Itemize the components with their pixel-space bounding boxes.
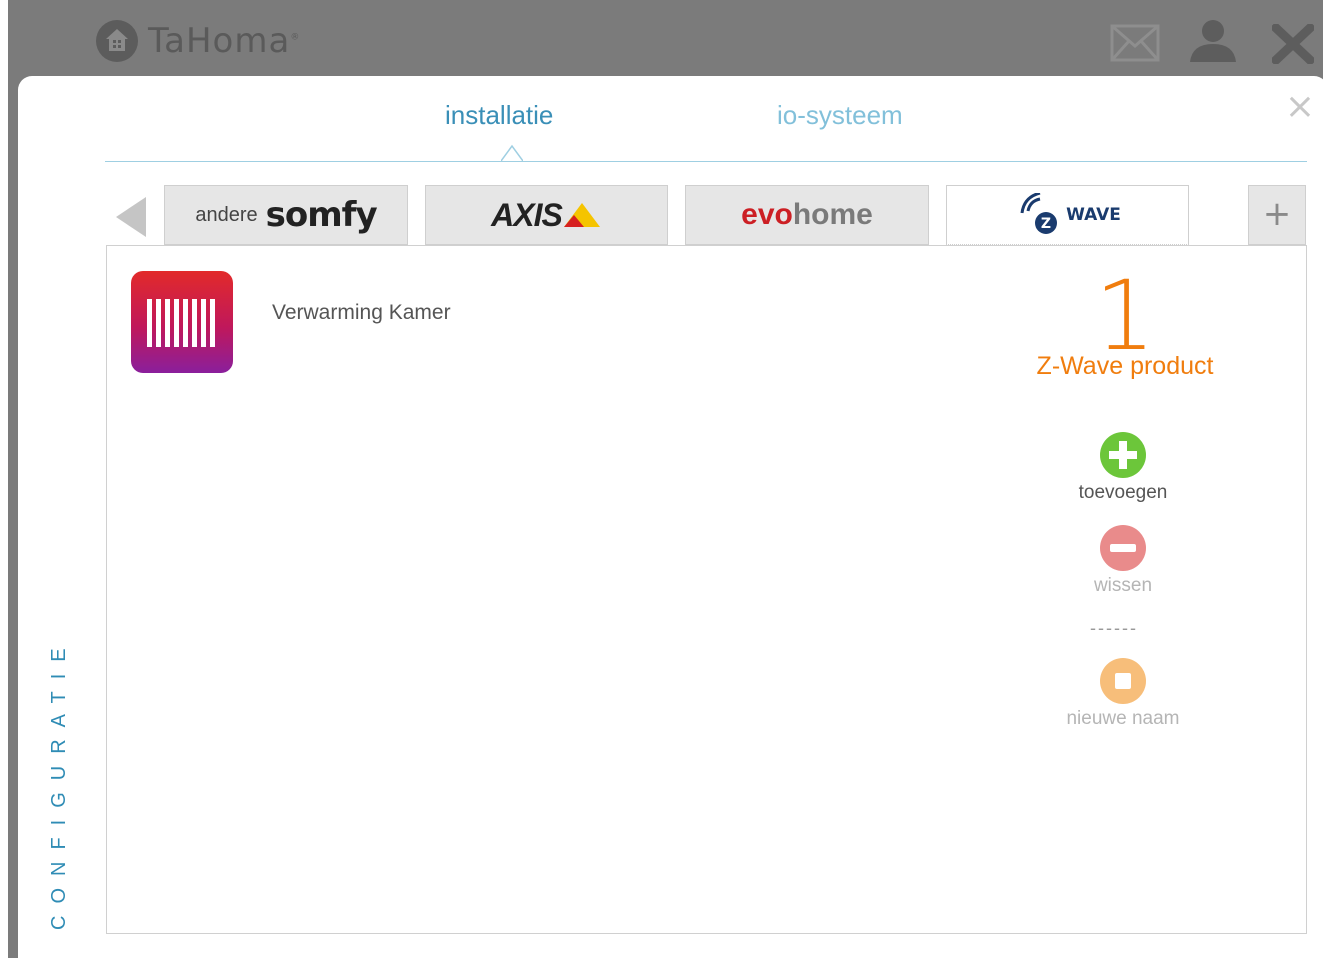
radiator-icon[interactable] — [131, 271, 233, 373]
modal-close-icon[interactable]: × — [1284, 89, 1316, 125]
add-device-button[interactable]: toevoegen — [1050, 432, 1196, 504]
svg-text:Z: Z — [1041, 216, 1051, 232]
minus-circle-icon — [1100, 525, 1146, 571]
somfy-logo: somfy — [265, 195, 378, 235]
zwave-logo-icon: Z — [1020, 193, 1058, 234]
close-icon[interactable] — [1269, 21, 1317, 69]
user-icon[interactable] — [1186, 18, 1240, 67]
tabs-divider — [105, 161, 1307, 162]
house-icon — [96, 20, 138, 62]
tab-io-systeem[interactable]: io-systeem — [777, 100, 903, 131]
brand-tab-zwave[interactable]: Z WAVE — [946, 185, 1189, 245]
scroll-left-arrow-icon[interactable] — [112, 193, 152, 241]
sidebar-edge — [8, 100, 18, 958]
mail-icon[interactable] — [1110, 24, 1160, 67]
app-title: TaHoma® — [148, 21, 301, 61]
axis-logo: AXIS — [491, 196, 563, 233]
axis-triangle-icon — [563, 203, 600, 227]
plus-circle-icon — [1100, 432, 1146, 478]
actions-separator: ------ — [1090, 618, 1138, 638]
brand-tab-evohome[interactable]: evo home — [685, 185, 929, 245]
add-brand-button[interactable]: + — [1248, 185, 1306, 245]
product-count: 1 — [1094, 260, 1156, 372]
product-count-label: Z-Wave product — [1036, 352, 1214, 380]
app-logo[interactable]: TaHoma® — [96, 20, 300, 62]
sidebar-section-label: CONFIGURATIE — [48, 636, 70, 930]
rename-device-button[interactable]: nieuwe naam — [1050, 658, 1196, 730]
tab-installatie[interactable]: installatie — [445, 100, 553, 131]
active-tab-caret — [501, 144, 523, 162]
stop-circle-icon — [1100, 658, 1146, 704]
left-edge — [0, 0, 8, 958]
brand-tab-axis[interactable]: AXIS — [425, 185, 668, 245]
device-name[interactable]: Verwarming Kamer — [272, 301, 451, 325]
brand-tab-somfy[interactable]: andere somfy — [164, 185, 408, 245]
delete-device-button[interactable]: wissen — [1050, 525, 1196, 597]
